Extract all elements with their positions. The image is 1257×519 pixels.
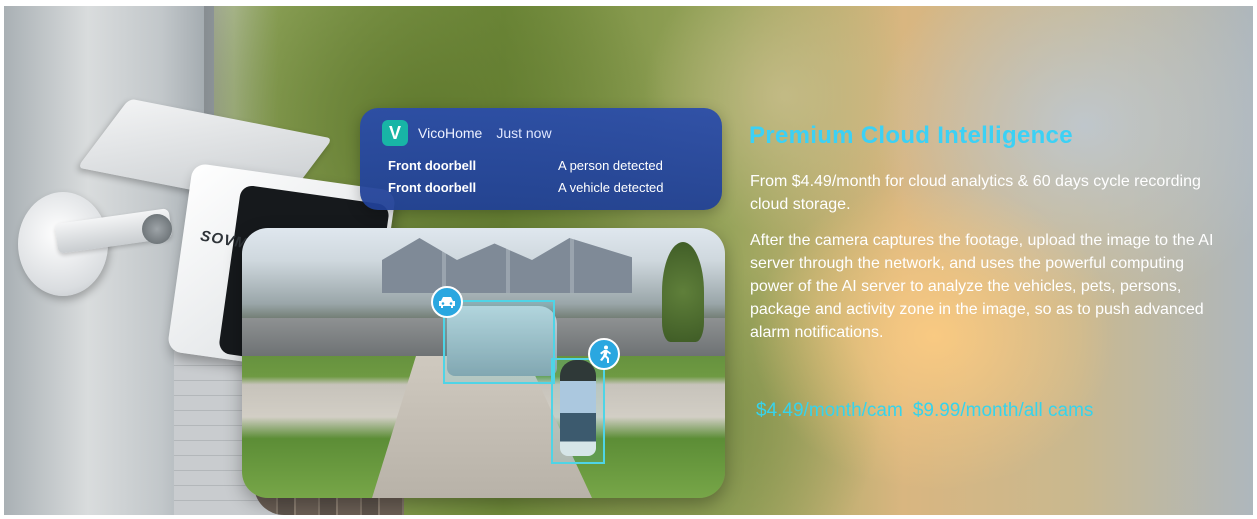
notification-source: Front doorbell <box>388 180 477 195</box>
pricing-description: From $4.49/month for cloud analytics & 6… <box>750 173 1201 213</box>
detection-photo <box>242 228 725 498</box>
vehicle-detection-box <box>443 300 555 384</box>
vicohome-logo-icon: V <box>382 120 408 146</box>
notification-row: Front doorbell A person detected <box>388 158 698 173</box>
price-per-camera: $4.49/month/cam <box>756 400 903 421</box>
notification-source: Front doorbell <box>388 158 477 173</box>
notification-app-name: VicoHome <box>418 125 483 141</box>
notification-header: V VicoHome Just now <box>382 120 552 146</box>
camera-joint <box>142 214 172 244</box>
notification-row: Front doorbell A vehicle detected <box>388 180 698 195</box>
notification-message: A vehicle detected <box>558 180 664 195</box>
notification-time: Just now <box>496 125 552 141</box>
person-detection-box <box>551 358 605 464</box>
car-icon <box>431 286 463 318</box>
price-list: $4.49/month/cam $9.99/month/all cams <box>756 400 1093 422</box>
feature-description: After the camera captures the footage, u… <box>750 232 1214 341</box>
photo-houses <box>382 238 632 293</box>
price-all-cameras: $9.99/month/all cams <box>912 400 1094 421</box>
notification-message: A person detected <box>558 158 663 173</box>
section-title: Premium Cloud Intelligence <box>749 122 1073 149</box>
photo-tree <box>662 242 704 342</box>
detection-notification: V VicoHome Just now Front doorbell A per… <box>360 108 722 210</box>
running-person-icon <box>588 338 620 370</box>
